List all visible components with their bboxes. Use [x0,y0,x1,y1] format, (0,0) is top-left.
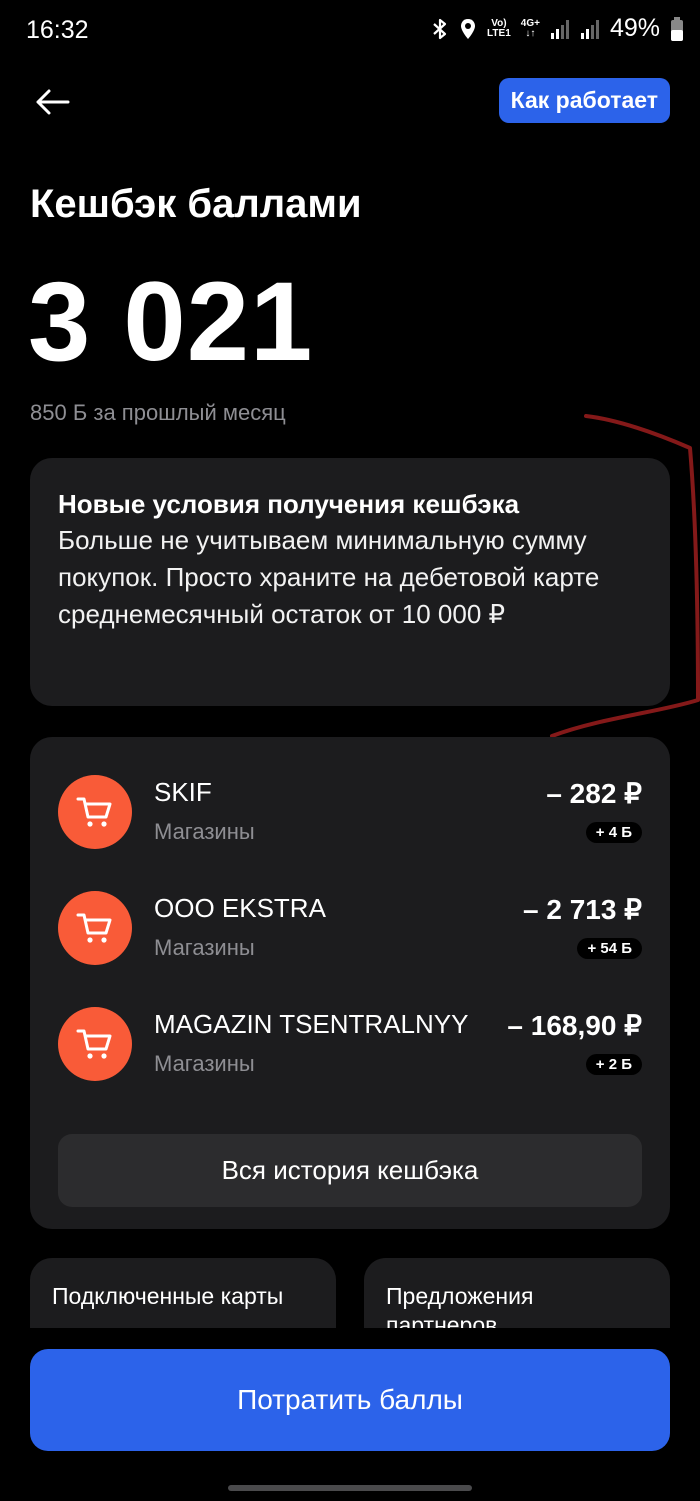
signal-icon [550,18,570,40]
arrow-left-icon [36,89,70,115]
connected-cards-tile[interactable]: Подключенные карты [30,1258,336,1328]
cashback-conditions-card: Новые условия получения кешбэка Больше н… [30,458,670,706]
status-time: 16:32 [26,16,89,44]
transaction-amount: – 282 ₽ [546,778,642,809]
battery-percentage: 49% [609,14,660,42]
merchant-name: SKIF [154,777,212,807]
merchant-category: Магазины [154,935,255,960]
bluetooth-icon [431,17,449,41]
connected-cards-label: Подключенные карты [52,1283,284,1309]
how-it-works-button[interactable]: Как работает [498,78,670,123]
cashback-history-button[interactable]: Вся история кешбэка [58,1134,642,1207]
transaction-amount: – 2 713 ₽ [522,894,642,925]
last-month-points: 850 Б за прошлый месяц [30,400,286,425]
volte-bottom: LTE1 [487,27,511,39]
battery-icon [670,16,684,42]
page-title: Кешбэк баллами [30,182,362,226]
merchant-name: MAGAZIN TSENTRALNYY [154,1009,469,1039]
transaction-row[interactable]: ООО EKSTRA Магазины – 2 713 ₽ + 54 Б [30,891,670,971]
merchant-category: Магазины [154,819,255,844]
partner-offers-label: Предложения партнеров [386,1283,534,1328]
cashback-transactions-card: SKIF Магазины – 282 ₽ + 4 Б ООО EKSTRA М… [30,737,670,1229]
points-balance: 3 021 [28,259,314,384]
location-icon [459,17,477,41]
shopping-cart-icon [58,891,132,965]
network-generation-indicator: 4G+ ↓↑ [521,18,540,39]
home-indicator[interactable] [228,1485,472,1491]
conditions-title: Новые условия получения кешбэка [58,489,520,519]
merchant-name: ООО EKSTRA [154,893,326,923]
status-bar: 16:32 Vo) LTE1 4G+ ↓↑ 49% [0,0,700,62]
transaction-row[interactable]: MAGAZIN TSENTRALNYY Магазины – 168,90 ₽ … [30,1007,670,1087]
points-badge: + 2 Б [585,1054,642,1075]
volte-indicator: Vo) LTE1 [487,18,511,39]
feature-tiles: Подключенные карты Предложения партнеров [0,1258,700,1328]
merchant-category: Магазины [154,1051,255,1076]
status-icons: Vo) LTE1 4G+ ↓↑ 49% [431,14,684,43]
transaction-row[interactable]: SKIF Магазины – 282 ₽ + 4 Б [30,775,670,855]
shopping-cart-icon [58,1007,132,1081]
spend-points-button[interactable]: Потратить баллы [30,1349,670,1451]
points-badge: + 4 Б [585,822,642,843]
points-badge: + 54 Б [577,938,642,959]
signal-icon-2 [580,18,600,40]
conditions-text: Больше не учитываем минимальную сумму по… [58,525,600,629]
shopping-cart-icon [58,775,132,849]
back-button[interactable] [30,80,74,124]
transaction-amount: – 168,90 ₽ [507,1010,642,1041]
partner-offers-tile[interactable]: Предложения партнеров [364,1258,670,1328]
network-gen-bottom: ↓↑ [525,27,536,39]
